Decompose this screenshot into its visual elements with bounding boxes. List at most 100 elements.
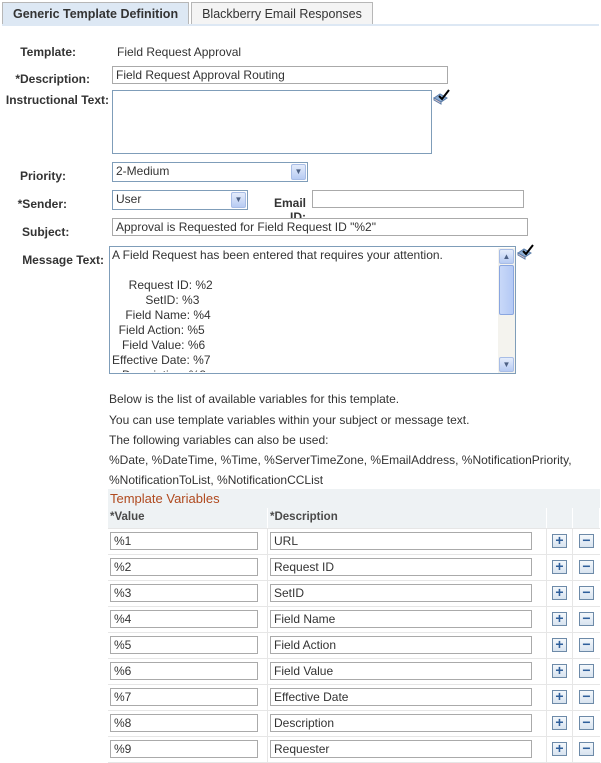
description-input[interactable]: Description	[270, 714, 532, 732]
instructional-text-area[interactable]	[112, 90, 432, 154]
remove-cell: −	[573, 659, 600, 684]
remove-row-icon[interactable]: −	[579, 741, 594, 756]
subject-input[interactable]: Approval is Requested for Field Request …	[112, 218, 528, 236]
info-line-1: Below is the list of available variables…	[109, 392, 400, 406]
value-cell: %6	[108, 659, 268, 684]
remove-row-icon[interactable]: −	[579, 715, 594, 730]
value-input[interactable]: %4	[110, 610, 258, 628]
info-line-5: %NotificationToList, %NotificationCCList	[109, 473, 324, 487]
column-header-add	[547, 508, 573, 528]
remove-cell: −	[573, 633, 600, 658]
priority-label: Priority:	[20, 169, 67, 183]
value-cell: %9	[108, 737, 268, 762]
value-cell: %3	[108, 581, 268, 606]
add-cell: +	[547, 737, 573, 762]
remove-row-icon[interactable]: −	[579, 585, 594, 600]
value-input[interactable]: %3	[110, 584, 258, 602]
add-row-icon[interactable]: +	[552, 689, 567, 704]
description-cell: URL	[268, 529, 547, 554]
remove-cell: −	[573, 711, 600, 736]
info-line-4: %Date, %DateTime, %Time, %ServerTimeZone…	[109, 453, 572, 467]
add-cell: +	[547, 659, 573, 684]
sender-label: *Sender:	[17, 197, 67, 211]
add-row-icon[interactable]: +	[552, 611, 567, 626]
description-input[interactable]: Requester	[270, 740, 532, 758]
add-row-icon[interactable]: +	[552, 637, 567, 652]
value-input[interactable]: %5	[110, 636, 258, 654]
add-row-icon[interactable]: +	[552, 559, 567, 574]
grid-title: Template Variables	[108, 489, 600, 508]
add-row-icon[interactable]: +	[552, 715, 567, 730]
add-cell: +	[547, 711, 573, 736]
tab-underline	[2, 24, 599, 26]
description-cell: Request ID	[268, 555, 547, 580]
remove-cell: −	[573, 737, 600, 762]
description-input[interactable]: URL	[270, 532, 532, 550]
table-row: %9 Requester + −	[108, 736, 600, 762]
tab-generic-template-definition[interactable]: Generic Template Definition	[2, 2, 190, 24]
column-header-remove	[573, 508, 600, 528]
description-cell: Field Action	[268, 633, 547, 658]
remove-cell: −	[573, 685, 600, 710]
value-input[interactable]: %7	[110, 688, 258, 706]
value-cell: %5	[108, 633, 268, 658]
spell-check-icon[interactable]	[516, 244, 534, 260]
remove-row-icon[interactable]: −	[579, 559, 594, 574]
description-input[interactable]: Effective Date	[270, 688, 532, 706]
scroll-up-icon[interactable]: ▲	[499, 249, 514, 264]
add-row-icon[interactable]: +	[552, 585, 567, 600]
remove-row-icon[interactable]: −	[579, 637, 594, 652]
sender-select[interactable]: User ▼	[112, 190, 248, 210]
chevron-down-icon: ▼	[291, 164, 306, 180]
message-scrollbar[interactable]: ▲ ▼	[498, 248, 515, 373]
add-row-icon[interactable]: +	[552, 741, 567, 756]
description-label: *Description:	[15, 72, 90, 86]
value-cell: %4	[108, 607, 268, 632]
description-input[interactable]: Field Request Approval Routing	[112, 66, 448, 84]
scroll-down-icon[interactable]: ▼	[499, 357, 514, 372]
description-input[interactable]: Field Name	[270, 610, 532, 628]
description-input[interactable]: Request ID	[270, 558, 532, 576]
remove-cell: −	[573, 529, 600, 554]
table-row: %3 SetID + −	[108, 580, 600, 606]
instructional-text-label: Instructional Text:	[5, 93, 109, 107]
description-cell: Effective Date	[268, 685, 547, 710]
description-input[interactable]: SetID	[270, 584, 532, 602]
remove-row-icon[interactable]: −	[579, 533, 594, 548]
tab-bar: Generic Template Definition Blackberry E…	[2, 2, 375, 25]
description-input[interactable]: Field Action	[270, 636, 532, 654]
template-value: Field Request Approval	[117, 45, 242, 59]
add-row-icon[interactable]: +	[552, 533, 567, 548]
scroll-thumb[interactable]	[499, 265, 514, 315]
priority-select[interactable]: 2-Medium ▼	[112, 162, 308, 182]
description-cell: SetID	[268, 581, 547, 606]
sender-value: User	[116, 192, 142, 206]
add-row-icon[interactable]: +	[552, 663, 567, 678]
add-cell: +	[547, 633, 573, 658]
column-header-value: *Value	[108, 508, 268, 528]
description-cell: Field Name	[268, 607, 547, 632]
spell-check-icon[interactable]	[432, 89, 450, 105]
value-input[interactable]: %6	[110, 662, 258, 680]
table-row: %4 Field Name + −	[108, 606, 600, 632]
email-id-input[interactable]	[312, 190, 524, 208]
remove-row-icon[interactable]: −	[579, 663, 594, 678]
remove-cell: −	[573, 607, 600, 632]
subject-label: Subject:	[22, 225, 70, 239]
remove-row-icon[interactable]: −	[579, 611, 594, 626]
table-row: %6 Field Value + −	[108, 658, 600, 684]
tab-blackberry-email-responses[interactable]: Blackberry Email Responses	[191, 2, 373, 24]
value-input[interactable]: %1	[110, 532, 258, 550]
value-input[interactable]: %9	[110, 740, 258, 758]
add-cell: +	[547, 685, 573, 710]
value-cell: %7	[108, 685, 268, 710]
value-cell: %2	[108, 555, 268, 580]
description-input[interactable]: Field Value	[270, 662, 532, 680]
value-cell: %1	[108, 529, 268, 554]
column-header-description: *Description	[268, 508, 547, 528]
remove-row-icon[interactable]: −	[579, 689, 594, 704]
value-input[interactable]: %8	[110, 714, 258, 732]
priority-value: 2-Medium	[116, 164, 170, 178]
table-row: %8 Description + −	[108, 710, 600, 736]
value-input[interactable]: %2	[110, 558, 258, 576]
